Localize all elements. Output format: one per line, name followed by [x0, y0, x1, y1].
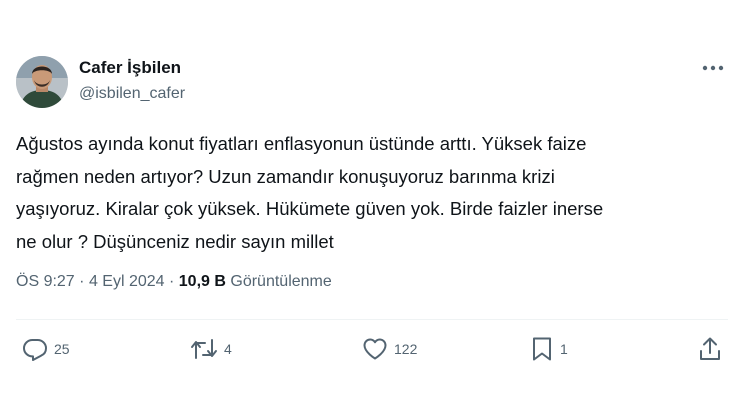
like-button[interactable]: 122: [362, 336, 417, 362]
reply-icon: [23, 339, 47, 361]
reply-button[interactable]: 25: [22, 336, 70, 362]
avatar[interactable]: [16, 56, 68, 108]
reply-count: 25: [54, 341, 70, 357]
more-icon: [702, 65, 724, 71]
tweet-text-line: ne olur ? Düşünceniz nedir sayın millet: [16, 230, 334, 252]
repost-count: 4: [224, 341, 232, 357]
repost-icon: [191, 339, 217, 359]
like-icon: [363, 338, 387, 360]
tweet-date[interactable]: 4 Eyl 2024: [89, 273, 165, 290]
meta-separator: ·: [79, 273, 85, 290]
repost-button[interactable]: 4: [190, 336, 232, 362]
more-button[interactable]: [700, 58, 726, 78]
share-button[interactable]: [698, 336, 722, 362]
views-count[interactable]: 10,9 B: [179, 273, 226, 290]
bookmark-button[interactable]: 1: [530, 336, 568, 362]
tweet-meta: ÖS 9:27 · 4 Eyl 2024 · 10,9 B Görüntülen…: [16, 273, 332, 291]
tweet-text-line: Ağustos ayında konut fiyatları enflasyon…: [16, 133, 587, 154]
tweet-card: Cafer İşbilen @isbilen_cafer Ağustos ayı…: [0, 0, 730, 420]
tweet-text: Ağustos ayında konut fiyatları enflasyon…: [16, 128, 716, 258]
like-count: 122: [394, 341, 418, 357]
tweet-text-line: yaşıyoruz. Kiralar çok yüksek. Hükümete …: [16, 198, 604, 219]
divider: [16, 319, 728, 320]
share-icon: [700, 337, 720, 360]
author-handle[interactable]: @isbilen_cafer: [79, 85, 185, 103]
tweet-text-line: rağmen neden artıyor? Uzun zamandır konu…: [16, 165, 555, 187]
bookmark-icon: [533, 337, 551, 361]
author-name[interactable]: Cafer İşbilen: [79, 58, 181, 78]
bookmark-count: 1: [560, 341, 568, 357]
meta-separator: ·: [169, 273, 175, 290]
tweet-time[interactable]: ÖS 9:27: [16, 273, 75, 290]
views-label[interactable]: Görüntülenme: [230, 273, 331, 290]
